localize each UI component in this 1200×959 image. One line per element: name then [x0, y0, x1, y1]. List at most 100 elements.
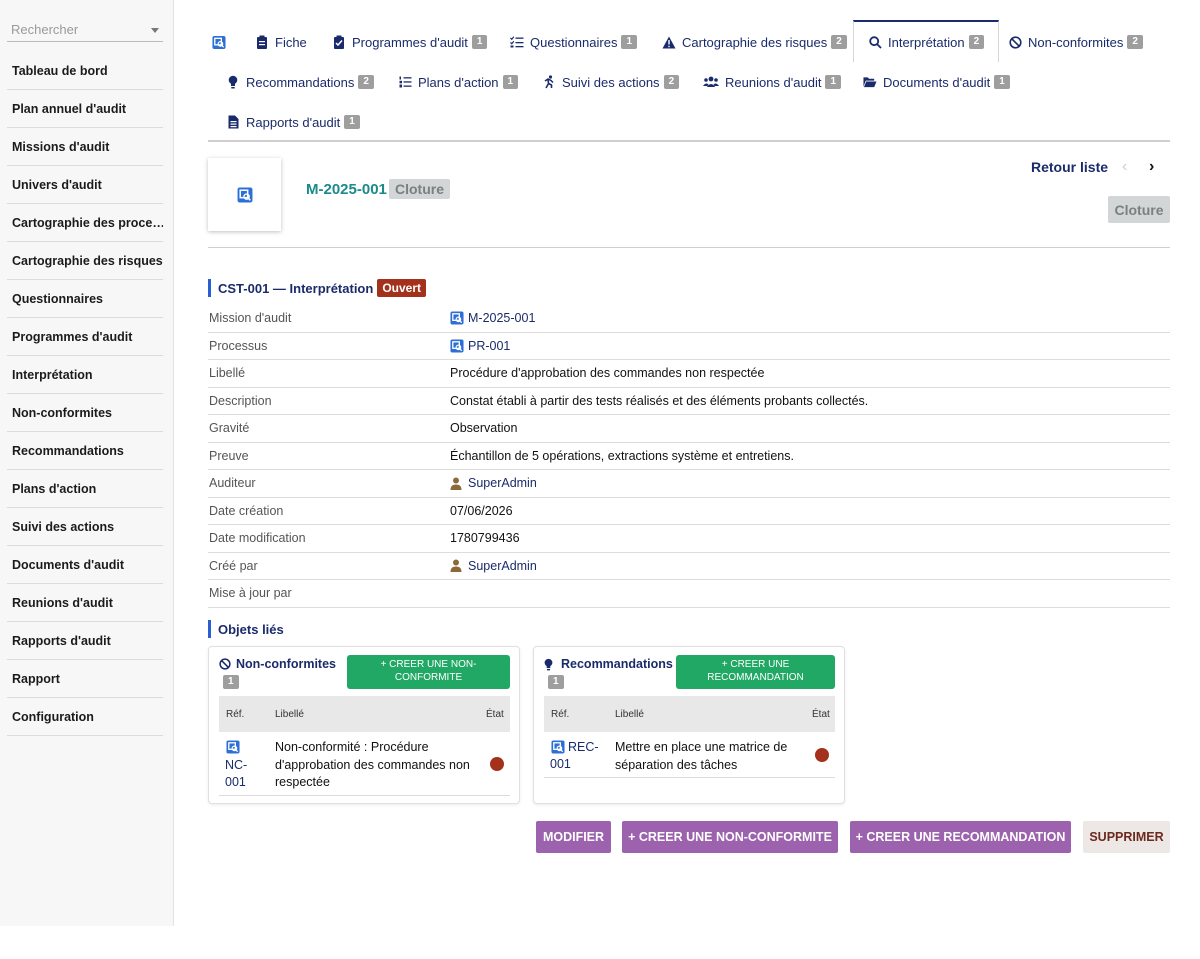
- create-nonconformite-action-button[interactable]: + CREER UNE NON-CONFORMITE: [622, 821, 838, 853]
- sidebar-item-missions[interactable]: Missions d'audit: [7, 128, 163, 166]
- table-row[interactable]: REC- 001 Mettre en place une matrice de …: [544, 733, 835, 778]
- tab-programmes[interactable]: Programmes d'audit 1: [332, 22, 488, 62]
- detail-row: Mise à jour par: [208, 580, 1170, 608]
- tab-plans-action[interactable]: Plans d'action 1: [398, 62, 519, 102]
- sidebar-item-reunions[interactable]: Reunions d'audit: [7, 584, 163, 622]
- detail-row: Description Constat établi à partir des …: [208, 388, 1170, 415]
- previous-record-button[interactable]: ‹: [1122, 158, 1127, 176]
- warning-icon: [662, 35, 676, 49]
- count-badge: 1: [223, 675, 239, 689]
- count-badge: 1: [994, 75, 1010, 89]
- detail-value: Observation: [450, 421, 518, 436]
- create-nonconformite-button[interactable]: + CREER UNE NON- CONFORMITE: [347, 655, 510, 689]
- sidebar-item-programmes[interactable]: Programmes d'audit: [7, 318, 163, 356]
- count-badge: 2: [358, 75, 374, 89]
- card-title: Recommandations: [544, 657, 673, 671]
- search-input[interactable]: Rechercher: [7, 18, 163, 42]
- detail-label: Mission d'audit: [209, 311, 292, 326]
- detail-row: Date modification 1780799436: [208, 525, 1170, 553]
- tab-interpretation[interactable]: Interprétation 2: [853, 20, 1000, 62]
- running-person-icon: [542, 75, 556, 89]
- sidebar-item-suivi-actions[interactable]: Suivi des actions: [7, 508, 163, 546]
- detail-value: Échantillon de 5 opérations, extractions…: [450, 448, 794, 463]
- detail-row: Mission d'audit M-2025-001: [208, 305, 1170, 333]
- sidebar-item-plan-annuel[interactable]: Plan annuel d'audit: [7, 90, 163, 128]
- tab-label: Reunions d'audit: [725, 74, 822, 90]
- tab-suivi-actions[interactable]: Suivi des actions 2: [542, 62, 680, 102]
- detail-row: Créé par SuperAdmin: [208, 553, 1170, 580]
- row-label: Mettre en place une matrice de séparatio…: [615, 740, 788, 772]
- tab-fiche[interactable]: Fiche: [255, 22, 307, 62]
- recommandations-card: Recommandations 1 + CREER UNE RECOMMANDA…: [533, 646, 845, 804]
- created-by-link[interactable]: SuperAdmin: [468, 559, 537, 573]
- ref-part: NC-: [225, 758, 248, 772]
- auditor-link[interactable]: SuperAdmin: [468, 476, 537, 490]
- tab-label: Non-conformites: [1028, 34, 1124, 50]
- recommandation-ref-link-part[interactable]: 001: [550, 756, 571, 773]
- status-button[interactable]: Cloture: [1108, 196, 1170, 223]
- tab-rapports[interactable]: Rapports d'audit 1: [226, 102, 360, 142]
- list-ol-icon: [398, 75, 412, 89]
- button-label: RECOMMANDATION: [707, 672, 804, 683]
- mission-link[interactable]: M-2025-001: [468, 311, 535, 325]
- sidebar-item-rapports-audit[interactable]: Rapports d'audit: [7, 622, 163, 660]
- create-recommandation-button[interactable]: + CREER UNE RECOMMANDATION: [676, 655, 835, 689]
- record-icon: [450, 339, 464, 353]
- create-recommandation-action-button[interactable]: + CREER UNE RECOMMANDATION: [850, 821, 1071, 853]
- sidebar-item-non-conformites[interactable]: Non-conformites: [7, 394, 163, 432]
- tab-label: Rapports d'audit: [246, 114, 341, 130]
- lightbulb-icon: [226, 75, 240, 89]
- sidebar-item-interpretation[interactable]: Interprétation: [7, 356, 163, 394]
- back-to-list-link[interactable]: Retour liste: [1031, 159, 1108, 175]
- recommandation-ref-link[interactable]: REC-: [568, 739, 599, 756]
- table-row[interactable]: NC- 001 Non-conformité : Procédure d'app…: [219, 733, 510, 796]
- count-badge: 1: [825, 75, 842, 89]
- sidebar-item-tableau-de-bord[interactable]: Tableau de bord: [7, 52, 163, 90]
- modify-button[interactable]: MODIFIER: [536, 821, 611, 853]
- table-header: Réf. Libellé État: [544, 696, 835, 732]
- tab-reunions[interactable]: Reunions d'audit 1: [703, 62, 842, 102]
- tab-questionnaires[interactable]: Questionnaires 1: [510, 22, 638, 62]
- tab-non-conformites[interactable]: Non-conformites 2: [1008, 22, 1143, 62]
- process-link[interactable]: PR-001: [468, 339, 510, 353]
- record-icon: [450, 311, 464, 325]
- linked-section-title: Objets liés: [208, 620, 284, 638]
- user-icon: [450, 559, 462, 573]
- tab-home[interactable]: [212, 22, 232, 62]
- detail-row: Auditeur SuperAdmin: [208, 470, 1170, 498]
- card-title-text: Recommandations: [561, 657, 673, 671]
- nonconformite-ref-link[interactable]: NC- 001: [225, 757, 247, 791]
- detail-row: Libellé Procédure d'approbation des comm…: [208, 360, 1170, 388]
- tab-label: Questionnaires: [530, 34, 618, 50]
- sidebar-item-recommandations[interactable]: Recommandations: [7, 432, 163, 470]
- search-placeholder: Rechercher: [11, 22, 79, 37]
- next-record-button[interactable]: ›: [1149, 158, 1154, 176]
- sidebar-item-configuration[interactable]: Configuration: [7, 698, 163, 736]
- detail-label: Créé par: [209, 558, 258, 573]
- sidebar-item-plans-action[interactable]: Plans d'action: [7, 470, 163, 508]
- detail-label: Gravité: [209, 421, 250, 436]
- tab-documents[interactable]: Documents d'audit 1: [863, 62, 1010, 102]
- sidebar-item-univers[interactable]: Univers d'audit: [7, 166, 163, 204]
- sidebar-item-documents[interactable]: Documents d'audit: [7, 546, 163, 584]
- tab-label: Cartographie des risques: [682, 34, 828, 50]
- list-check-icon: [510, 35, 524, 49]
- record-icon: [226, 740, 240, 754]
- count-badge: 1: [344, 115, 360, 129]
- detail-label: Date création: [209, 503, 284, 518]
- sidebar-item-rapport[interactable]: Rapport: [7, 660, 163, 698]
- sidebar-item-questionnaires[interactable]: Questionnaires: [7, 280, 163, 318]
- tab-bar: Fiche Programmes d'audit 1 Questionnaire…: [208, 20, 1170, 142]
- sidebar-item-cartographie-risques[interactable]: Cartographie des risques: [7, 242, 163, 280]
- tab-cartographie-risques[interactable]: Cartographie des risques 2: [662, 22, 847, 62]
- column-header-ref: Réf.: [551, 709, 570, 720]
- divider: [208, 247, 1170, 248]
- tab-recommandations[interactable]: Recommandations 2: [226, 62, 374, 102]
- chevron-down-icon[interactable]: [151, 28, 159, 33]
- delete-button[interactable]: SUPPRIMER: [1083, 821, 1170, 853]
- sidebar: Rechercher Tableau de bord Plan annuel d…: [0, 0, 174, 926]
- user-icon: [450, 477, 462, 490]
- detail-label: Date modification: [209, 531, 306, 546]
- ban-icon: [219, 658, 231, 670]
- sidebar-item-cartographie-processus[interactable]: Cartographie des proce…: [7, 204, 163, 242]
